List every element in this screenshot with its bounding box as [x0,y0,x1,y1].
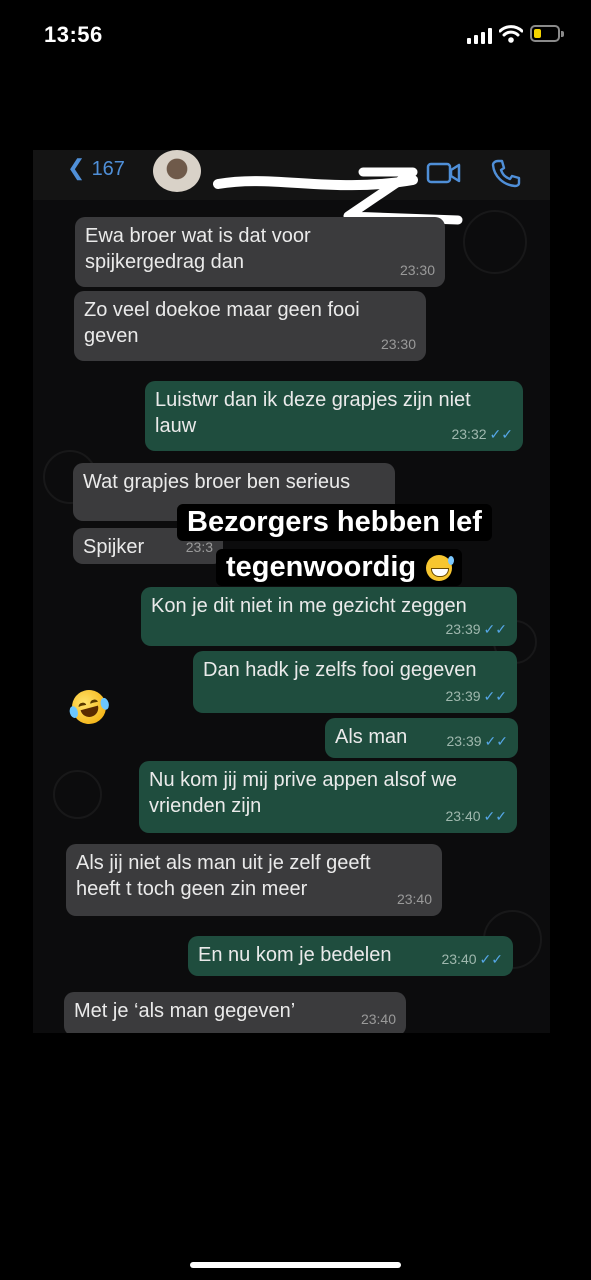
back-button[interactable]: ❮ 167 [67,155,125,181]
double-check-icon: ✓✓ [483,688,507,704]
status-time: 13:56 [44,22,103,47]
chat-screenshot: ❮ 167 Ewa broer wat is dat voor spijkerg… [33,150,550,1033]
message-text: Als jij niet als man uit je zelf geeft h… [76,852,371,900]
message-text: Met je ‘als man gegeven’ [74,1000,296,1022]
battery-icon [530,25,560,42]
grinning-sweat-emoji-icon [426,555,455,582]
message-time: 23:30 [380,336,416,352]
chevron-left-icon: ❮ [67,155,86,180]
message-text: En nu kom je bedelen [198,944,392,966]
caption-text: tegenwoordig [226,551,417,583]
message-bubble-outgoing[interactable]: Luistwr dan ik deze grapjes zijn niet la… [145,381,523,451]
time-text: 23:40 [441,951,477,967]
message-text: Kon je dit niet in me gezicht zeggen [151,595,467,617]
time-text: 23:39 [445,621,481,637]
message-bubble-incoming[interactable]: Ewa broer wat is dat voor spijkergedrag … [75,217,445,287]
video-call-icon[interactable] [426,160,462,186]
message-time: 23:39 ✓✓ [445,616,507,642]
message-bubble-outgoing[interactable]: Nu kom jij mij prive appen alsof we vrie… [139,761,517,833]
message-text: Ewa broer wat is dat voor spijkergedrag … [85,225,311,273]
time-text: 23:32 [451,426,487,442]
message-time: 23:40 ✓✓ [441,946,503,972]
double-check-icon: ✓✓ [484,733,508,749]
message-text: Zo veel doekoe maar geen fooi geven [84,299,360,347]
message-time: 23:30 [399,262,435,278]
battery-tip [561,31,564,37]
message-bubble-outgoing[interactable]: Als man 23:39 ✓✓ [325,718,518,758]
unread-count: 167 [91,158,125,180]
message-time: 23:40 [396,891,432,907]
double-check-icon: ✓✓ [483,621,507,637]
double-check-icon: ✓✓ [489,426,513,442]
contact-avatar[interactable] [153,150,201,192]
message-text: Spijker [83,536,145,558]
message-bubble-incoming[interactable]: Met je ‘als man gegeven’ 23:40 [64,992,406,1033]
cellular-signal-icon [467,28,493,44]
double-check-icon: ✓✓ [483,808,507,824]
phone-call-icon[interactable] [491,158,521,188]
message-time: 23:39 ✓✓ [446,728,508,754]
time-text: 23:39 [446,733,482,749]
message-bubble-outgoing[interactable]: Kon je dit niet in me gezicht zeggen 23:… [141,587,517,646]
message-text: Nu kom jij mij prive appen alsof we vrie… [149,769,457,817]
wifi-icon [499,25,523,43]
story-caption-line2: tegenwoordig [216,549,463,586]
message-time: 23:40 [360,1011,396,1027]
message-text: Wat grapjes broer ben serieus [83,471,351,493]
time-text: 23:39 [445,688,481,704]
story-caption-line1: Bezorgers hebben lef [177,504,492,541]
message-bubble-incoming[interactable]: Als jij niet als man uit je zelf geeft h… [66,844,442,916]
chat-header: ❮ 167 [33,150,550,225]
message-bubble-outgoing[interactable]: Dan hadk je zelfs fooi gegeven 23:39 ✓✓ [193,651,517,713]
message-time: 23:32 ✓✓ [451,421,513,447]
message-text: Als man [335,726,408,748]
message-bubble-outgoing[interactable]: En nu kom je bedelen 23:40 ✓✓ [188,936,513,976]
time-text: 23:40 [445,808,481,824]
message-time: 23:39 ✓✓ [445,683,507,709]
double-check-icon: ✓✓ [479,951,503,967]
message-time: 23:40 ✓✓ [445,803,507,829]
message-bubble-incoming[interactable]: Zo veel doekoe maar geen fooi geven 23:3… [74,291,426,361]
home-indicator[interactable] [190,1262,401,1268]
message-text: Dan hadk je zelfs fooi gegeven [203,659,477,681]
